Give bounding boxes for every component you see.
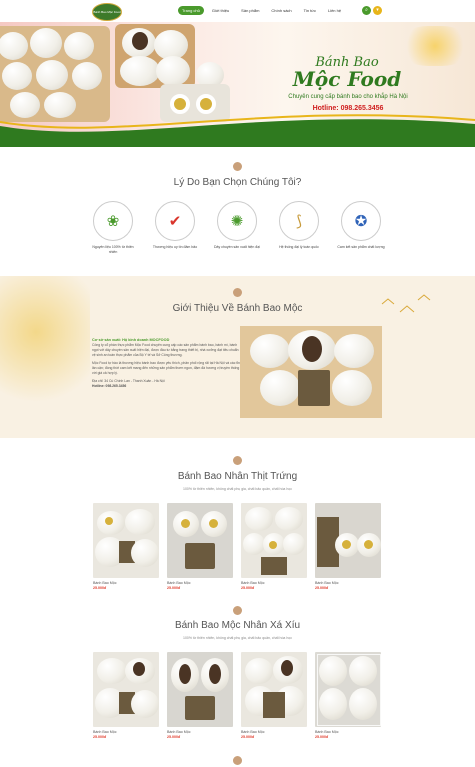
section-emblem-icon bbox=[233, 756, 242, 765]
nav-item-products[interactable]: Sản phẩm bbox=[237, 6, 263, 15]
product-name[interactable]: Bánh Bao Mộc bbox=[315, 581, 381, 585]
bbq-section-subtitle: 100% từ thiên nhiên, không chất phụ gia,… bbox=[183, 636, 292, 640]
product-card[interactable]: Bánh Bao Mộc 25.000đ bbox=[241, 503, 307, 590]
product-image[interactable] bbox=[167, 652, 233, 727]
product-price: 25.000đ bbox=[241, 735, 255, 739]
product-image[interactable] bbox=[315, 503, 381, 578]
nav-item-news[interactable]: Tin tức bbox=[300, 6, 320, 15]
intro-paragraph: Công ty cổ phần thực phẩm Mộc Food chuyê… bbox=[92, 343, 239, 357]
bun-image bbox=[156, 56, 190, 86]
bun-image bbox=[72, 62, 102, 90]
product-name[interactable]: Bánh Bao Mộc bbox=[241, 581, 307, 585]
product-name[interactable]: Bánh Bao Mộc bbox=[167, 730, 233, 734]
product-image[interactable] bbox=[167, 503, 233, 578]
meat-section-subtitle: 100% từ thiên nhiên, không chất phụ gia,… bbox=[183, 487, 292, 491]
intro-text: Cơ sở sản xuất: Hộ kinh doanh MOCFOOD Cô… bbox=[92, 338, 242, 389]
reason-label: Thương hiệu uy tín đảm bảo bbox=[152, 245, 198, 249]
intro-section: Giới Thiệu Về Bánh Bao Mộc Cơ sở sản xuấ… bbox=[0, 276, 475, 438]
product-image[interactable] bbox=[241, 503, 307, 578]
product-name[interactable]: Bánh Bao Mộc bbox=[93, 730, 159, 734]
product-image[interactable] bbox=[315, 652, 381, 727]
search-icon[interactable]: ⌕ bbox=[362, 6, 371, 15]
reasons-title: Lý Do Bạn Chọn Chúng Tôi? bbox=[173, 177, 302, 188]
reason-label: Hệ thống đại lý toàn quốc bbox=[279, 245, 319, 249]
egg-yolk-image bbox=[196, 94, 216, 114]
nav-item-policy[interactable]: Chính sách bbox=[267, 6, 295, 15]
site-header: Bánh Bao Mộc Food Trang chủ Giới thiệu S… bbox=[0, 0, 475, 23]
product-card[interactable]: Bánh Bao Mộc 25.000đ bbox=[241, 652, 307, 739]
product-name[interactable]: Bánh Bao Mộc bbox=[241, 730, 307, 734]
banner-hotline[interactable]: Hotline: 098.265.3456 bbox=[248, 105, 448, 112]
product-card[interactable]: Bánh Bao Mộc 25.000đ bbox=[315, 503, 381, 590]
award-ribbon-icon: ✪ bbox=[341, 201, 381, 241]
bun-image bbox=[64, 32, 94, 60]
flower-decoration bbox=[0, 276, 90, 416]
reason-item: ❀ Nguyên liệu 100% từ thiên nhiên bbox=[88, 201, 138, 254]
product-image[interactable] bbox=[241, 652, 307, 727]
product-name[interactable]: Bánh Bao Mộc bbox=[167, 581, 233, 585]
product-card[interactable]: Bánh Bao Mộc 25.000đ bbox=[93, 652, 159, 739]
nav-item-home[interactable]: Trang chủ bbox=[178, 6, 204, 15]
section-emblem-icon bbox=[233, 288, 242, 297]
section-emblem-icon bbox=[233, 162, 242, 171]
green-wave bbox=[0, 114, 475, 147]
reason-item: ✔ Thương hiệu uy tín đảm bảo bbox=[150, 201, 200, 250]
product-name[interactable]: Bánh Bao Mộc bbox=[315, 730, 381, 734]
product-card[interactable]: Bánh Bao Mộc 25.000đ bbox=[93, 503, 159, 590]
nav-item-about[interactable]: Giới thiệu bbox=[208, 6, 233, 15]
intro-hotline: Hotline: 098.265.3456 bbox=[92, 384, 127, 388]
product-card[interactable]: Bánh Bao Mộc 25.000đ bbox=[167, 503, 233, 590]
product-price: 25.000đ bbox=[93, 586, 107, 590]
shield-check-icon: ✔ bbox=[155, 201, 195, 241]
reason-item: ⟆ Hệ thống đại lý toàn quốc bbox=[274, 201, 324, 250]
bun-image bbox=[36, 60, 68, 90]
product-price: 25.000đ bbox=[315, 735, 329, 739]
meat-section-title: Bánh Bao Nhân Thịt Trứng bbox=[177, 471, 298, 482]
vietnam-map-icon: ⟆ bbox=[279, 201, 319, 241]
product-price: 25.000đ bbox=[315, 586, 329, 590]
reason-label: Nguyên liệu 100% từ thiên nhiên bbox=[92, 245, 134, 254]
product-price: 25.000đ bbox=[241, 586, 255, 590]
gear-virus-icon: ✺ bbox=[217, 201, 257, 241]
reason-label: Dây chuyền sản xuất hiện đại bbox=[214, 245, 260, 249]
hero-banner: Bánh Bao Mộc Food Chuyên cung cấp bánh b… bbox=[0, 22, 475, 147]
section-emblem-icon bbox=[233, 606, 242, 615]
reason-label: Cam kết sản phẩm chất lượng bbox=[337, 245, 385, 249]
logo-text: Bánh Bao Mộc Food bbox=[93, 10, 121, 14]
product-price: 25.000đ bbox=[167, 735, 181, 739]
product-image[interactable] bbox=[93, 652, 159, 727]
product-price: 25.000đ bbox=[93, 735, 107, 739]
egg-yolk-image bbox=[170, 94, 190, 114]
cart-icon[interactable]: ▾ bbox=[373, 6, 382, 15]
bun-image bbox=[2, 62, 32, 90]
product-name[interactable]: Bánh Bao Mộc bbox=[93, 581, 159, 585]
banner-title-line2: Mộc Food bbox=[292, 67, 402, 91]
section-emblem-icon bbox=[233, 456, 242, 465]
banner-subtitle: Chuyên cung cấp bánh bao cho khắp Hà Nội bbox=[288, 94, 408, 100]
product-image[interactable] bbox=[93, 503, 159, 578]
intro-paragraph: Mộc Food tự hào là thương hiệu bánh bao … bbox=[92, 361, 242, 375]
organic-badge-icon: ❀ bbox=[93, 201, 133, 241]
reason-item: ✪ Cam kết sản phẩm chất lượng bbox=[336, 201, 386, 250]
intro-title: Giới Thiệu Về Bánh Bao Mộc bbox=[172, 303, 303, 314]
intro-product-image bbox=[240, 326, 382, 418]
main-nav: Trang chủ Giới thiệu Sản phẩm Chính sách… bbox=[178, 6, 345, 15]
product-card[interactable]: Bánh Bao Mộc 25.000đ bbox=[315, 652, 381, 739]
brand-logo[interactable]: Bánh Bao Mộc Food bbox=[92, 3, 122, 21]
bun-image bbox=[30, 28, 62, 58]
reason-item: ✺ Dây chuyền sản xuất hiện đại bbox=[212, 201, 262, 250]
nav-item-contact[interactable]: Liên hệ bbox=[324, 6, 345, 15]
product-card[interactable]: Bánh Bao Mộc 25.000đ bbox=[167, 652, 233, 739]
bbq-section-title: Bánh Bao Mộc Nhân Xá Xíu bbox=[174, 620, 301, 631]
filling-image bbox=[132, 32, 148, 50]
product-price: 25.000đ bbox=[167, 586, 181, 590]
bun-image bbox=[120, 56, 160, 86]
